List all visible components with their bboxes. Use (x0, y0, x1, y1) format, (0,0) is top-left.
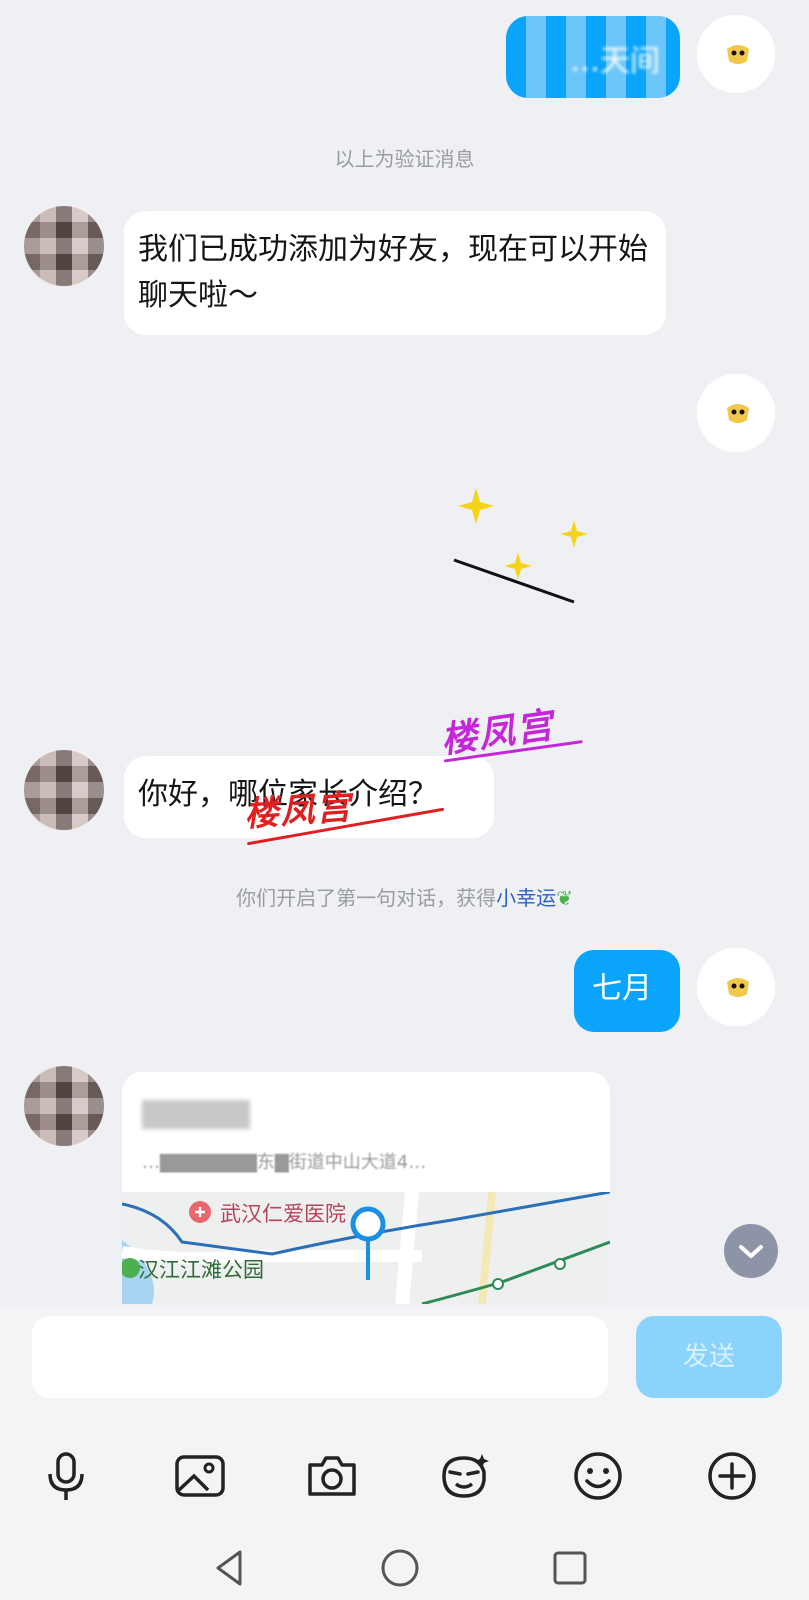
map-poi-park: 汉江江滩公园 (138, 1258, 264, 1282)
avatar-contact[interactable] (24, 1066, 104, 1146)
blurred-text: …天间 (570, 44, 660, 79)
chevron-down-icon (739, 1245, 763, 1258)
avatar-self[interactable] (696, 373, 776, 453)
map-graphic (122, 1192, 610, 1304)
location-card[interactable]: ▇▇▇▇▇ …▇▇▇▇▇▇▇东▇街道中山大道4… 武汉仁爱医院 汉江江滩公园 (122, 1072, 610, 1304)
send-button[interactable]: 发送 (636, 1316, 782, 1398)
watermark-stamp: 楼凤宫 (437, 693, 583, 763)
recents-icon[interactable] (550, 1548, 590, 1588)
back-icon[interactable] (210, 1548, 250, 1588)
message-text: 我们已成功添加为好友，现在可以开始聊天啦～ (138, 232, 648, 313)
message-outgoing-month[interactable]: 七月 (574, 950, 680, 1032)
mic-icon[interactable] (40, 1450, 92, 1502)
plus-icon[interactable] (706, 1450, 758, 1502)
map-poi-hospital: 武汉仁爱医院 (220, 1202, 346, 1226)
avatar-self[interactable] (696, 947, 776, 1027)
system-verify-notice: 以上为验证消息 (334, 147, 475, 171)
message-input[interactable] (32, 1316, 608, 1398)
message-text: 七月 (592, 971, 652, 1006)
sprout-icon: ❦ (556, 886, 573, 910)
location-address: …▇▇▇▇▇▇▇东▇街道中山大道4… (142, 1152, 427, 1173)
message-incoming-friend-added[interactable]: 我们已成功添加为好友，现在可以开始聊天啦～ (124, 211, 666, 335)
sparkle-sticker[interactable] (440, 476, 600, 616)
sticker-icon[interactable] (438, 1450, 490, 1502)
lucky-link[interactable]: 小幸运 (496, 886, 556, 910)
avatar-self[interactable] (696, 14, 776, 94)
location-map[interactable]: 武汉仁爱医院 汉江江滩公园 (122, 1192, 610, 1304)
location-title: ▇▇▇▇▇ (142, 1096, 250, 1129)
notice-text: 你们开启了第一句对话，获得 (236, 886, 497, 910)
scroll-to-bottom-button[interactable] (724, 1224, 778, 1278)
home-icon[interactable] (380, 1548, 420, 1588)
image-icon[interactable] (174, 1450, 226, 1502)
system-first-chat-notice: 你们开启了第一句对话，获得小幸运❦ (0, 882, 809, 911)
message-outgoing-blurred[interactable]: …天间 (506, 16, 680, 98)
camera-icon[interactable] (306, 1450, 358, 1502)
emoji-icon[interactable] (572, 1450, 624, 1502)
avatar-contact[interactable] (24, 206, 104, 286)
avatar-contact[interactable] (24, 750, 104, 830)
